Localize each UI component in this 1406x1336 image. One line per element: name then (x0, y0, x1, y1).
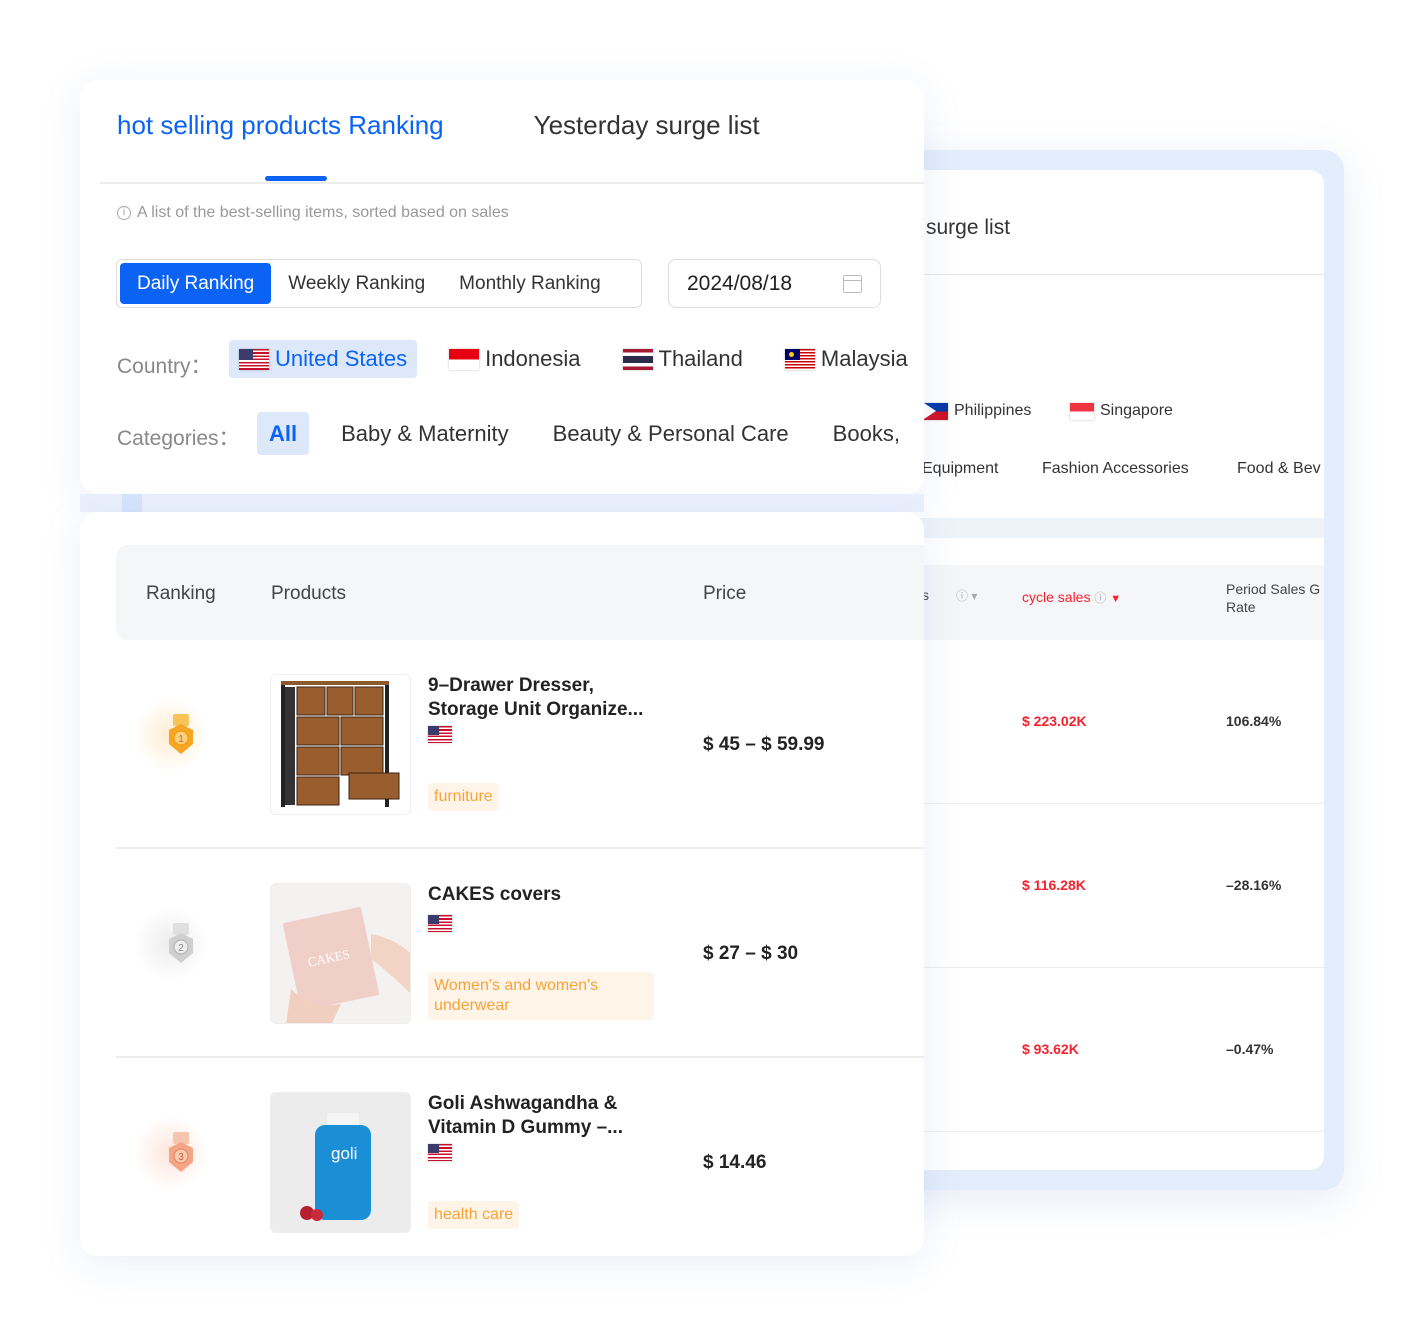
monthly-ranking-button[interactable]: Monthly Ranking (442, 263, 618, 304)
ranking-table-header: Ranking Products Price (116, 545, 924, 640)
sort-desc-icon[interactable]: ▼ (1110, 593, 1121, 605)
country-name: United States (275, 346, 408, 371)
country-chip-thailand[interactable]: Thailand (613, 340, 753, 378)
country-chip-philippines[interactable]: Philippines (924, 402, 1031, 420)
tab-yesterday-surge-list[interactable]: Yesterday surge list (534, 110, 760, 141)
cycle-sales-value: $ 223.02K (1022, 713, 1087, 729)
hint-text: A list of the best-selling items, sorted… (137, 204, 509, 221)
country-filter: United States Indonesia Thailand Malaysi… (229, 340, 918, 378)
medal-rank-number: 3 (178, 1152, 184, 1163)
info-sort-icon[interactable]: ⓘ ▾ (956, 587, 977, 604)
product-price: $ 27 – $ 30 (703, 943, 799, 964)
us-flag-icon (239, 348, 269, 370)
category-tag: furniture (428, 783, 499, 811)
category-food-beverage[interactable]: Food & Bev (1237, 460, 1321, 478)
country-chip-singapore[interactable]: Singapore (1070, 402, 1173, 420)
country-chip-malaysia[interactable]: Malaysia (775, 340, 918, 378)
product-image-dresser[interactable] (270, 674, 411, 815)
product-name[interactable]: 9–Drawer Dresser, Storage Unit Organize.… (428, 674, 658, 722)
bronze-medal-icon: 3 (169, 1132, 193, 1172)
thailand-flag-icon (622, 348, 653, 370)
medal-rank-number: 1 (178, 734, 184, 745)
svg-text:goli: goli (331, 1144, 357, 1163)
tab-hot-selling-ranking[interactable]: hot selling products Ranking (117, 110, 444, 141)
product-name[interactable]: CAKES covers (428, 883, 658, 907)
column-header-growth-rate[interactable]: Period Sales G Rate (1226, 580, 1320, 616)
indonesia-flag-icon (449, 348, 480, 370)
category-filter: All Baby & Maternity Beauty & Personal C… (257, 412, 912, 455)
calendar-icon[interactable] (843, 274, 862, 293)
column-header-price: Price (703, 583, 747, 604)
cycle-sales-value: $ 116.28K (1022, 877, 1086, 893)
medal-rank-number: 2 (178, 943, 184, 954)
category-baby-maternity[interactable]: Baby & Maternity (329, 412, 521, 455)
divider (900, 274, 1324, 275)
surge-table-row: $ 116.28K –28.16% (900, 804, 1324, 968)
country-name: Thailand (658, 346, 743, 371)
card-gap (80, 494, 924, 512)
info-icon: i (117, 206, 131, 220)
country-chip-united-states[interactable]: United States (229, 340, 418, 378)
tabs-divider (100, 182, 924, 184)
table-row[interactable]: 2 CAKES CAKES covers Women's and women's… (116, 849, 924, 1058)
table-row[interactable]: 3 goli Goli Ashwagandha & Vitamin D Gumm… (116, 1058, 924, 1256)
ranking-hint: i A list of the best-selling items, sort… (117, 204, 509, 222)
philippines-flag-icon (924, 402, 948, 420)
ranking-tabs: hot selling products Ranking Yesterday s… (117, 110, 760, 141)
product-image-cakes-covers[interactable]: CAKES (270, 883, 411, 1024)
country-name: Indonesia (485, 346, 581, 371)
growth-rate-value: –0.47% (1226, 1041, 1274, 1057)
weekly-ranking-button[interactable]: Weekly Ranking (271, 263, 442, 304)
country-label: Singapore (1100, 402, 1173, 419)
categories-label: Categories： (117, 427, 240, 450)
column-header-ranking: Ranking (146, 583, 216, 604)
surge-table-header: s ⓘ ▾ cycle sales ⓘ ▼ Period Sales G Rat… (900, 565, 1324, 640)
surge-table-row: $ 223.02K 106.84% (900, 640, 1324, 804)
growth-rate-label-1: Period Sales G (1226, 581, 1321, 597)
surge-list-title: surge list (926, 216, 1011, 239)
growth-rate-value: –28.16% (1226, 877, 1282, 893)
product-price: $ 45 – $ 59.99 (703, 734, 825, 755)
category-tag: health care (428, 1201, 520, 1229)
singapore-flag-icon (1070, 402, 1094, 420)
silver-medal-icon: 2 (169, 923, 193, 963)
active-tab-indicator (265, 176, 327, 181)
category-books[interactable]: Books, (821, 412, 912, 455)
us-flag-icon (428, 915, 452, 932)
malaysia-flag-icon (784, 348, 815, 370)
us-flag-icon (428, 726, 452, 743)
info-icon: ⓘ (1094, 591, 1107, 605)
ranking-table-card: Ranking Products Price 1 9–Drawer Dresse… (80, 512, 924, 1256)
column-header-cycle-sales[interactable]: cycle sales ⓘ ▼ (1022, 589, 1121, 606)
product-name[interactable]: Goli Ashwagandha & Vitamin D Gummy –... (428, 1092, 658, 1140)
country-name: Malaysia (820, 346, 908, 371)
growth-rate-value: 106.84% (1226, 713, 1282, 729)
category-equipment[interactable]: Equipment (922, 460, 999, 478)
category-all[interactable]: All (257, 412, 310, 455)
table-row[interactable]: 1 9–Drawer Dresser, Storage Unit Organiz… (116, 640, 924, 849)
category-fashion-accessories[interactable]: Fashion Accessories (1042, 460, 1189, 478)
ranking-filter-card: hot selling products Ranking Yesterday s… (80, 80, 924, 494)
date-value: 2024/08/18 (687, 271, 793, 295)
daily-ranking-button[interactable]: Daily Ranking (120, 263, 272, 304)
growth-rate-label-2: Rate (1226, 599, 1256, 615)
ranking-period-selector: Daily Ranking Weekly Ranking Monthly Ran… (116, 259, 642, 308)
cycle-sales-value: $ 93.62K (1022, 1041, 1079, 1057)
card-gap-accent (122, 494, 142, 512)
section-separator (900, 518, 1324, 538)
category-beauty-personal-care[interactable]: Beauty & Personal Care (541, 412, 801, 455)
cycle-sales-label: cycle sales (1022, 589, 1091, 605)
country-chip-indonesia[interactable]: Indonesia (439, 340, 590, 378)
country-label: Country： (117, 355, 212, 378)
us-flag-icon (428, 1144, 452, 1161)
surge-list-panel: surge list Philippines Singapore Equipme… (900, 170, 1324, 1170)
country-label: Philippines (954, 402, 1032, 419)
product-image-goli-gummy[interactable]: goli (270, 1092, 411, 1233)
date-picker[interactable]: 2024/08/18 (668, 259, 881, 308)
category-tag: Women's and women's underwear (428, 972, 654, 1020)
column-header-products: Products (271, 583, 346, 604)
product-price: $ 14.46 (703, 1152, 767, 1173)
surge-table-row: $ 93.62K –0.47% (900, 968, 1324, 1132)
gold-medal-icon: 1 (169, 714, 193, 754)
